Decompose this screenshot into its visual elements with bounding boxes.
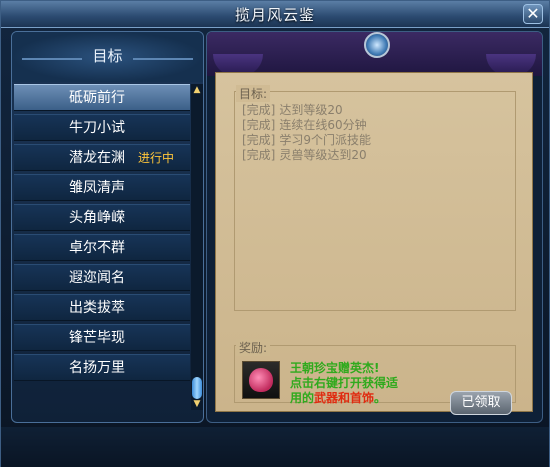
goal-item: [完成] 灵兽等级达到20 xyxy=(242,148,371,163)
goal-item: [完成] 学习9个门派技能 xyxy=(242,133,371,148)
list-scrollbar[interactable]: ▲ ▼ xyxy=(191,84,203,410)
reward-line-1: 王朝珍宝赠英杰! xyxy=(290,361,380,375)
list-item[interactable]: 潜龙在渊 进行中 xyxy=(14,144,190,171)
quest-name: 砥砺前行 xyxy=(69,90,125,106)
goal-text: 灵兽等级达到20 xyxy=(279,148,367,162)
scroll-down-arrow-icon[interactable]: ▼ xyxy=(191,398,203,410)
reward-line-3: 用的武器和首饰。 xyxy=(290,391,450,406)
quest-name: 出类拔萃 xyxy=(69,300,125,316)
window-title: 揽月风云鉴 xyxy=(234,6,315,24)
goal-text: 达到等级20 xyxy=(279,103,343,117)
quest-status-badge: 进行中 xyxy=(138,151,175,165)
reward-label: 奖励: xyxy=(236,339,271,356)
list-item[interactable]: 名扬万里 xyxy=(14,354,190,381)
quest-list-panel: 目标 砥砺前行 牛刀小试 潜龙在渊 进行中 雏凤清声 头角峥嵘 卓尔不群 遐迩闻名… xyxy=(11,31,204,423)
reward-line-3a: 用的 xyxy=(290,391,315,405)
list-item[interactable]: 遐迩闻名 xyxy=(14,264,190,291)
reward-line-3b: 武器和首饰 xyxy=(314,391,375,405)
quest-name: 牛刀小试 xyxy=(69,120,125,136)
quest-detail-panel: 目标: [完成] 达到等级20 [完成] 连续在线60分钟 [完成] 学习9个门派技能… xyxy=(206,31,543,423)
reward-line-3c: 。 xyxy=(374,391,387,405)
goal-status: [完成] xyxy=(242,133,276,147)
goal-status: [完成] xyxy=(242,103,276,117)
goal-status: [完成] xyxy=(242,118,276,132)
goal-status: [完成] xyxy=(242,148,276,162)
bottom-strip xyxy=(1,427,549,467)
goals-label: 目标: xyxy=(236,85,271,102)
goal-text: 学习9个门派技能 xyxy=(279,133,372,147)
claim-reward-button[interactable]: 已领取 xyxy=(450,391,512,415)
quest-name: 卓尔不群 xyxy=(69,240,125,256)
quest-name: 锋芒毕现 xyxy=(69,330,125,346)
treasure-bag-icon xyxy=(249,368,273,392)
quest-window: 揽月风云鉴 ✕ 目标 砥砺前行 牛刀小试 潜龙在渊 进行中 雏凤清声 头角峥嵘 卓… xyxy=(0,0,550,467)
list-header: 目标 xyxy=(12,32,203,82)
list-item[interactable]: 出类拔萃 xyxy=(14,294,190,321)
parchment-scroll: 目标: [完成] 达到等级20 [完成] 连续在线60分钟 [完成] 学习9个门派技能… xyxy=(215,72,533,415)
quest-name: 名扬万里 xyxy=(69,360,125,376)
gem-ornament-icon xyxy=(364,32,390,58)
list-item[interactable]: 锋芒毕现 xyxy=(14,324,190,351)
quest-name: 头角峥嵘 xyxy=(69,210,125,226)
reward-line-2: 点击右键打开获得适 xyxy=(290,376,399,390)
reward-description: 王朝珍宝赠英杰! 点击右键打开获得适 用的武器和首饰。 xyxy=(290,361,450,406)
list-header-label: 目标 xyxy=(92,47,123,65)
quest-name: 遐迩闻名 xyxy=(69,270,125,286)
quest-list: 砥砺前行 牛刀小试 潜龙在渊 进行中 雏凤清声 头角峥嵘 卓尔不群 遐迩闻名 出类… xyxy=(14,84,190,384)
list-item[interactable]: 砥砺前行 xyxy=(14,84,190,111)
scroll-thumb[interactable] xyxy=(192,377,202,399)
goal-item: [完成] 达到等级20 xyxy=(242,103,371,118)
title-bar[interactable]: 揽月风云鉴 ✕ xyxy=(1,1,549,28)
goal-list: [完成] 达到等级20 [完成] 连续在线60分钟 [完成] 学习9个门派技能 [完成… xyxy=(242,103,371,163)
reward-item-slot[interactable] xyxy=(242,361,280,399)
curtain-decoration xyxy=(207,32,542,76)
close-button[interactable]: ✕ xyxy=(523,4,543,24)
list-item[interactable]: 头角峥嵘 xyxy=(14,204,190,231)
list-item[interactable]: 卓尔不群 xyxy=(14,234,190,261)
goal-item: [完成] 连续在线60分钟 xyxy=(242,118,371,133)
scroll-up-arrow-icon[interactable]: ▲ xyxy=(191,84,203,96)
goal-text: 连续在线60分钟 xyxy=(279,118,367,132)
quest-name: 潜龙在渊 xyxy=(69,150,125,166)
quest-name: 雏凤清声 xyxy=(69,180,125,196)
list-item[interactable]: 牛刀小试 xyxy=(14,114,190,141)
list-item[interactable]: 雏凤清声 xyxy=(14,174,190,201)
